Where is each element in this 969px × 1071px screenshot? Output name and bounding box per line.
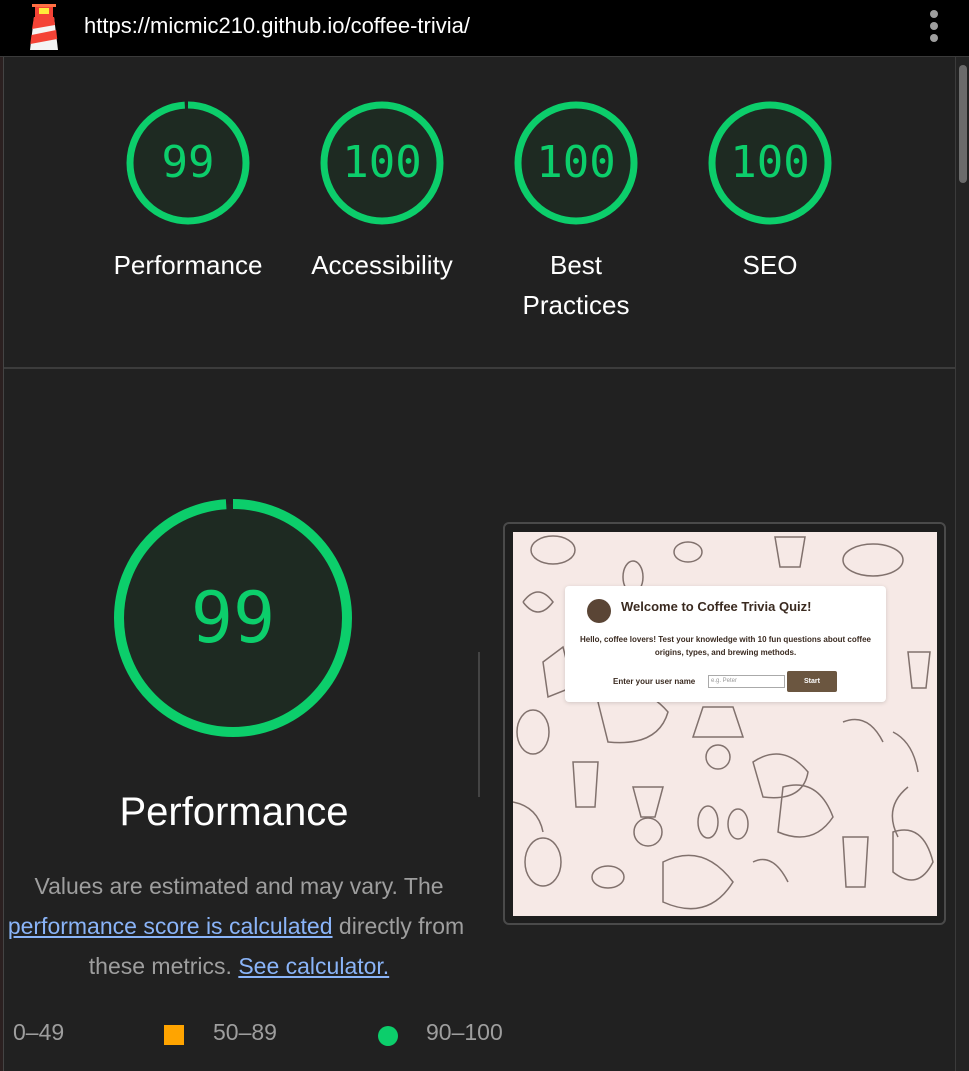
performance-gauge: 99 xyxy=(112,497,354,739)
welcome-card: Welcome to Coffee Trivia Quiz! Hello, co… xyxy=(565,586,886,702)
performance-title: Performance xyxy=(119,790,349,834)
gauge-best-practices[interactable]: 100 Best Practices xyxy=(496,99,656,325)
desc-text: these metrics. xyxy=(88,953,239,979)
lighthouse-icon xyxy=(26,3,62,51)
legend-average-label: 50–89 xyxy=(213,1019,277,1045)
scrollbar-thumb[interactable] xyxy=(959,65,967,183)
username-input: e.g. Peter xyxy=(708,675,785,688)
gauge-score: 100 xyxy=(342,137,422,188)
gauge-ring: 100 xyxy=(706,99,834,227)
score-calculated-link[interactable]: performance score is calculated xyxy=(8,913,333,939)
gauge-score: 100 xyxy=(536,137,616,188)
welcome-text: Hello, coffee lovers! Test your knowledg… xyxy=(579,635,871,657)
username-label: Enter your user name xyxy=(613,677,696,686)
desc-text: Values are estimated and may vary. The xyxy=(34,873,444,899)
gauge-accessibility[interactable]: 100 Accessibility xyxy=(302,99,462,285)
gauge-label: SEO xyxy=(742,250,798,280)
pass-circle-icon xyxy=(378,1026,398,1046)
desc-text: directly from xyxy=(338,913,465,939)
vertical-separator xyxy=(478,652,480,797)
gauge-performance[interactable]: 99 Performance xyxy=(108,99,268,285)
gauge-score: 99 xyxy=(161,137,215,188)
legend-pass-label: 90–100 xyxy=(426,1019,503,1045)
coffee-logo-icon xyxy=(587,599,611,623)
gauge-ring: 99 xyxy=(124,99,252,227)
gauge-ring: 100 xyxy=(318,99,446,227)
page-url[interactable]: https://micmic210.github.io/coffee-trivi… xyxy=(84,13,470,39)
screenshot-image: Welcome to Coffee Trivia Quiz! Hello, co… xyxy=(513,532,937,916)
gauge-label: Performance xyxy=(113,250,263,280)
section-divider xyxy=(4,367,955,369)
performance-description: Values are estimated and may vary. The p… xyxy=(0,866,478,986)
see-calculator-link[interactable]: See calculator. xyxy=(238,953,389,979)
kebab-menu-icon[interactable] xyxy=(922,8,946,46)
legend-fail-label: 0–49 xyxy=(13,1019,65,1045)
gauge-label: Accessibility xyxy=(311,250,453,280)
gauge-label: Best Practices xyxy=(522,250,630,320)
gauge-ring: 100 xyxy=(512,99,640,227)
gauge-seo[interactable]: 100 SEO xyxy=(690,99,850,285)
final-screenshot[interactable]: Welcome to Coffee Trivia Quiz! Hello, co… xyxy=(503,522,946,925)
performance-score: 99 xyxy=(190,577,276,659)
average-square-icon xyxy=(164,1025,184,1045)
gauge-score: 100 xyxy=(730,137,810,188)
address-bar: https://micmic210.github.io/coffee-trivi… xyxy=(0,0,969,57)
start-button: Start xyxy=(787,671,837,692)
scrollbar[interactable] xyxy=(955,57,969,1071)
welcome-title: Welcome to Coffee Trivia Quiz! xyxy=(621,599,812,614)
